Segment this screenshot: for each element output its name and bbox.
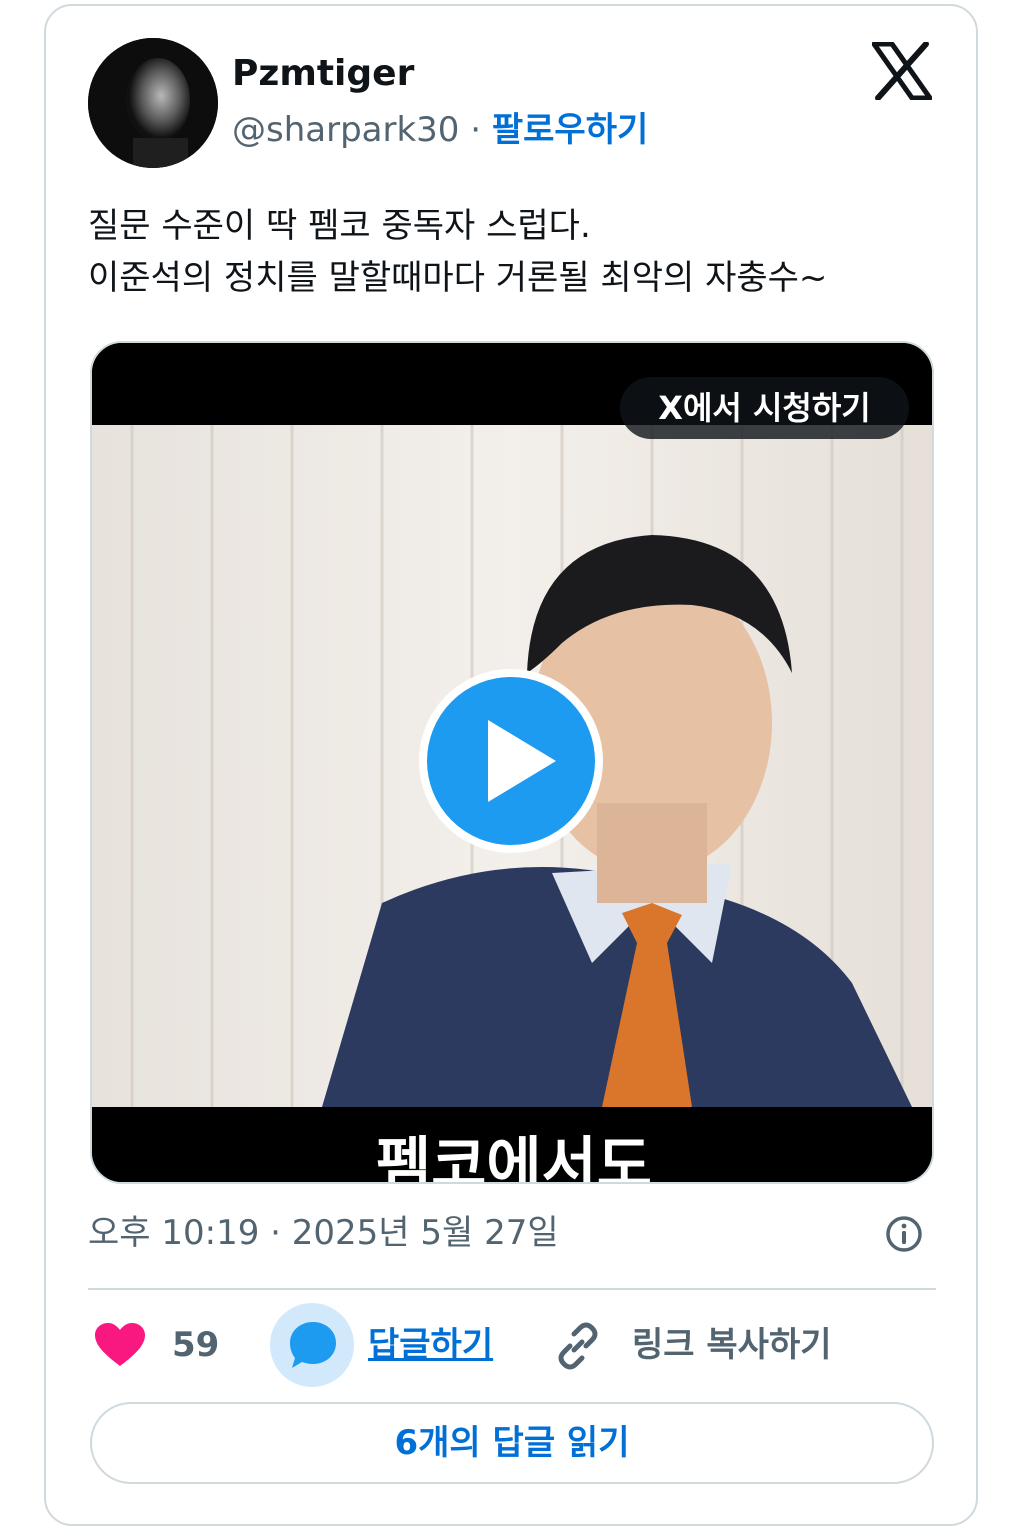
read-replies-button[interactable]: 6개의 답글 읽기 — [90, 1402, 934, 1484]
info-icon[interactable] — [884, 1214, 924, 1254]
link-icon[interactable] — [552, 1320, 604, 1372]
divider — [88, 1288, 936, 1290]
tweet-text: 질문 수준이 딱 펨코 중독자 스럽다. 이준석의 정치를 말할때마다 거론될 … — [88, 200, 938, 304]
display-name[interactable]: Pzmtiger — [232, 52, 414, 96]
handle[interactable]: @sharpark30 — [232, 110, 459, 150]
play-icon[interactable] — [418, 668, 604, 854]
avatar-image — [88, 38, 218, 168]
video-caption: 펨코에서도 — [376, 1131, 652, 1184]
heart-icon[interactable] — [94, 1322, 146, 1368]
copy-link-button[interactable]: 링크 복사하기 — [632, 1322, 832, 1368]
tweet-text-line: 질문 수준이 딱 펨코 중독자 스럽다. — [88, 206, 591, 246]
speech-bubble-icon[interactable] — [286, 1318, 340, 1372]
avatar[interactable] — [88, 38, 218, 168]
tweet-text-line: 이준석의 정치를 말할때마다 거론될 최악의 자충수~ — [88, 258, 828, 298]
timestamp[interactable]: 오후 10:19 · 2025년 5월 27일 — [88, 1210, 559, 1256]
follow-button[interactable]: 팔로우하기 — [492, 110, 648, 150]
reply-link[interactable]: 답글하기 — [368, 1322, 493, 1368]
like-count[interactable]: 59 — [172, 1322, 219, 1368]
watch-on-x-button[interactable]: X에서 시청하기 — [620, 377, 909, 439]
handle-row: @sharpark30 · 팔로우하기 — [232, 108, 648, 152]
separator: · — [459, 110, 492, 150]
x-logo-icon[interactable] — [872, 42, 932, 100]
